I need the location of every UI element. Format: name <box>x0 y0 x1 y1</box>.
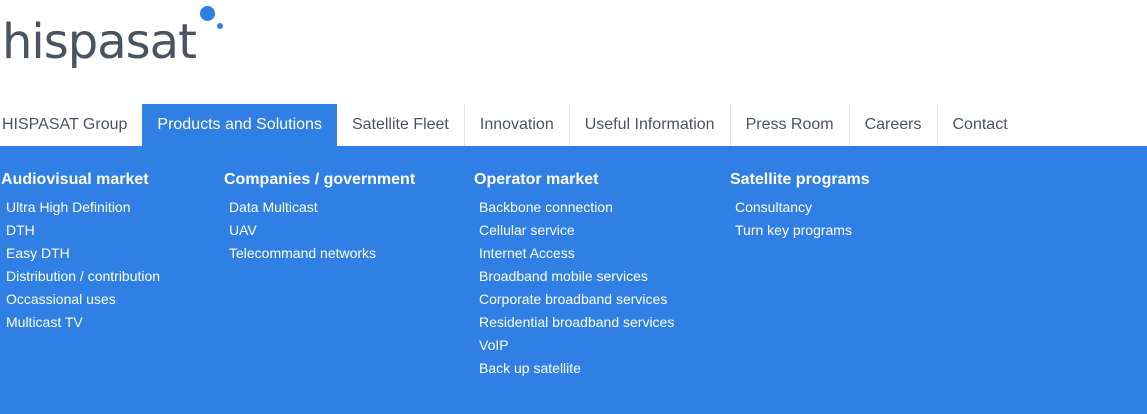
menu-link[interactable]: DTH <box>6 219 160 242</box>
menu-column-operator: Operator market Backbone connection Cell… <box>474 170 674 380</box>
menu-list-operator: Backbone connection Cellular service Int… <box>474 196 674 380</box>
menu-column-companies: Companies / government Data Multicast UA… <box>224 170 415 265</box>
menu-heading-satellite[interactable]: Satellite programs <box>730 170 870 190</box>
menu-heading-audiovisual[interactable]: Audiovisual market <box>1 170 160 190</box>
menu-link[interactable]: Corporate broadband services <box>479 288 674 311</box>
nav-careers[interactable]: Careers <box>850 104 938 146</box>
menu-link[interactable]: Consultancy <box>735 196 870 219</box>
nav-innovation[interactable]: Innovation <box>465 104 570 146</box>
menu-heading-operator[interactable]: Operator market <box>474 170 674 190</box>
menu-link[interactable]: Cellular service <box>479 219 674 242</box>
menu-link[interactable]: Turn key programs <box>735 219 870 242</box>
menu-link[interactable]: Ultra High Definition <box>6 196 160 219</box>
menu-heading-companies[interactable]: Companies / government <box>224 170 415 190</box>
logo-dot-small <box>217 23 223 29</box>
nav-contact[interactable]: Contact <box>938 104 1023 146</box>
menu-link[interactable]: Occassional uses <box>6 288 160 311</box>
menu-list-audiovisual: Ultra High Definition DTH Easy DTH Distr… <box>1 196 160 334</box>
menu-link[interactable]: VoIP <box>479 334 674 357</box>
menu-link[interactable]: Multicast TV <box>6 311 160 334</box>
main-nav: HISPASAT Group Products and Solutions Sa… <box>0 104 1023 146</box>
menu-link[interactable]: Internet Access <box>479 242 674 265</box>
products-mega-menu: Audiovisual market Ultra High Definition… <box>0 146 1147 414</box>
menu-column-satellite: Satellite programs Consultancy Turn key … <box>730 170 870 242</box>
nav-hispasat-group[interactable]: HISPASAT Group <box>0 104 142 146</box>
menu-link[interactable]: Broadband mobile services <box>479 265 674 288</box>
menu-list-satellite: Consultancy Turn key programs <box>730 196 870 242</box>
menu-link[interactable]: Back up satellite <box>479 357 674 380</box>
menu-list-companies: Data Multicast UAV Telecommand networks <box>224 196 415 265</box>
hispasat-logo[interactable]: hispasat <box>2 4 242 74</box>
logo-wordmark: hispasat <box>2 14 197 70</box>
nav-useful-information[interactable]: Useful Information <box>570 104 731 146</box>
menu-link[interactable]: Residential broadband services <box>479 311 674 334</box>
logo-dot-large <box>200 6 215 21</box>
menu-link[interactable]: Telecommand networks <box>229 242 415 265</box>
menu-link[interactable]: UAV <box>229 219 415 242</box>
menu-link[interactable]: Distribution / contribution <box>6 265 160 288</box>
menu-link[interactable]: Data Multicast <box>229 196 415 219</box>
nav-satellite-fleet[interactable]: Satellite Fleet <box>337 104 465 146</box>
nav-press-room[interactable]: Press Room <box>731 104 850 146</box>
menu-link[interactable]: Backbone connection <box>479 196 674 219</box>
menu-link[interactable]: Easy DTH <box>6 242 160 265</box>
menu-column-audiovisual: Audiovisual market Ultra High Definition… <box>1 170 160 334</box>
nav-products-and-solutions[interactable]: Products and Solutions <box>142 104 337 146</box>
